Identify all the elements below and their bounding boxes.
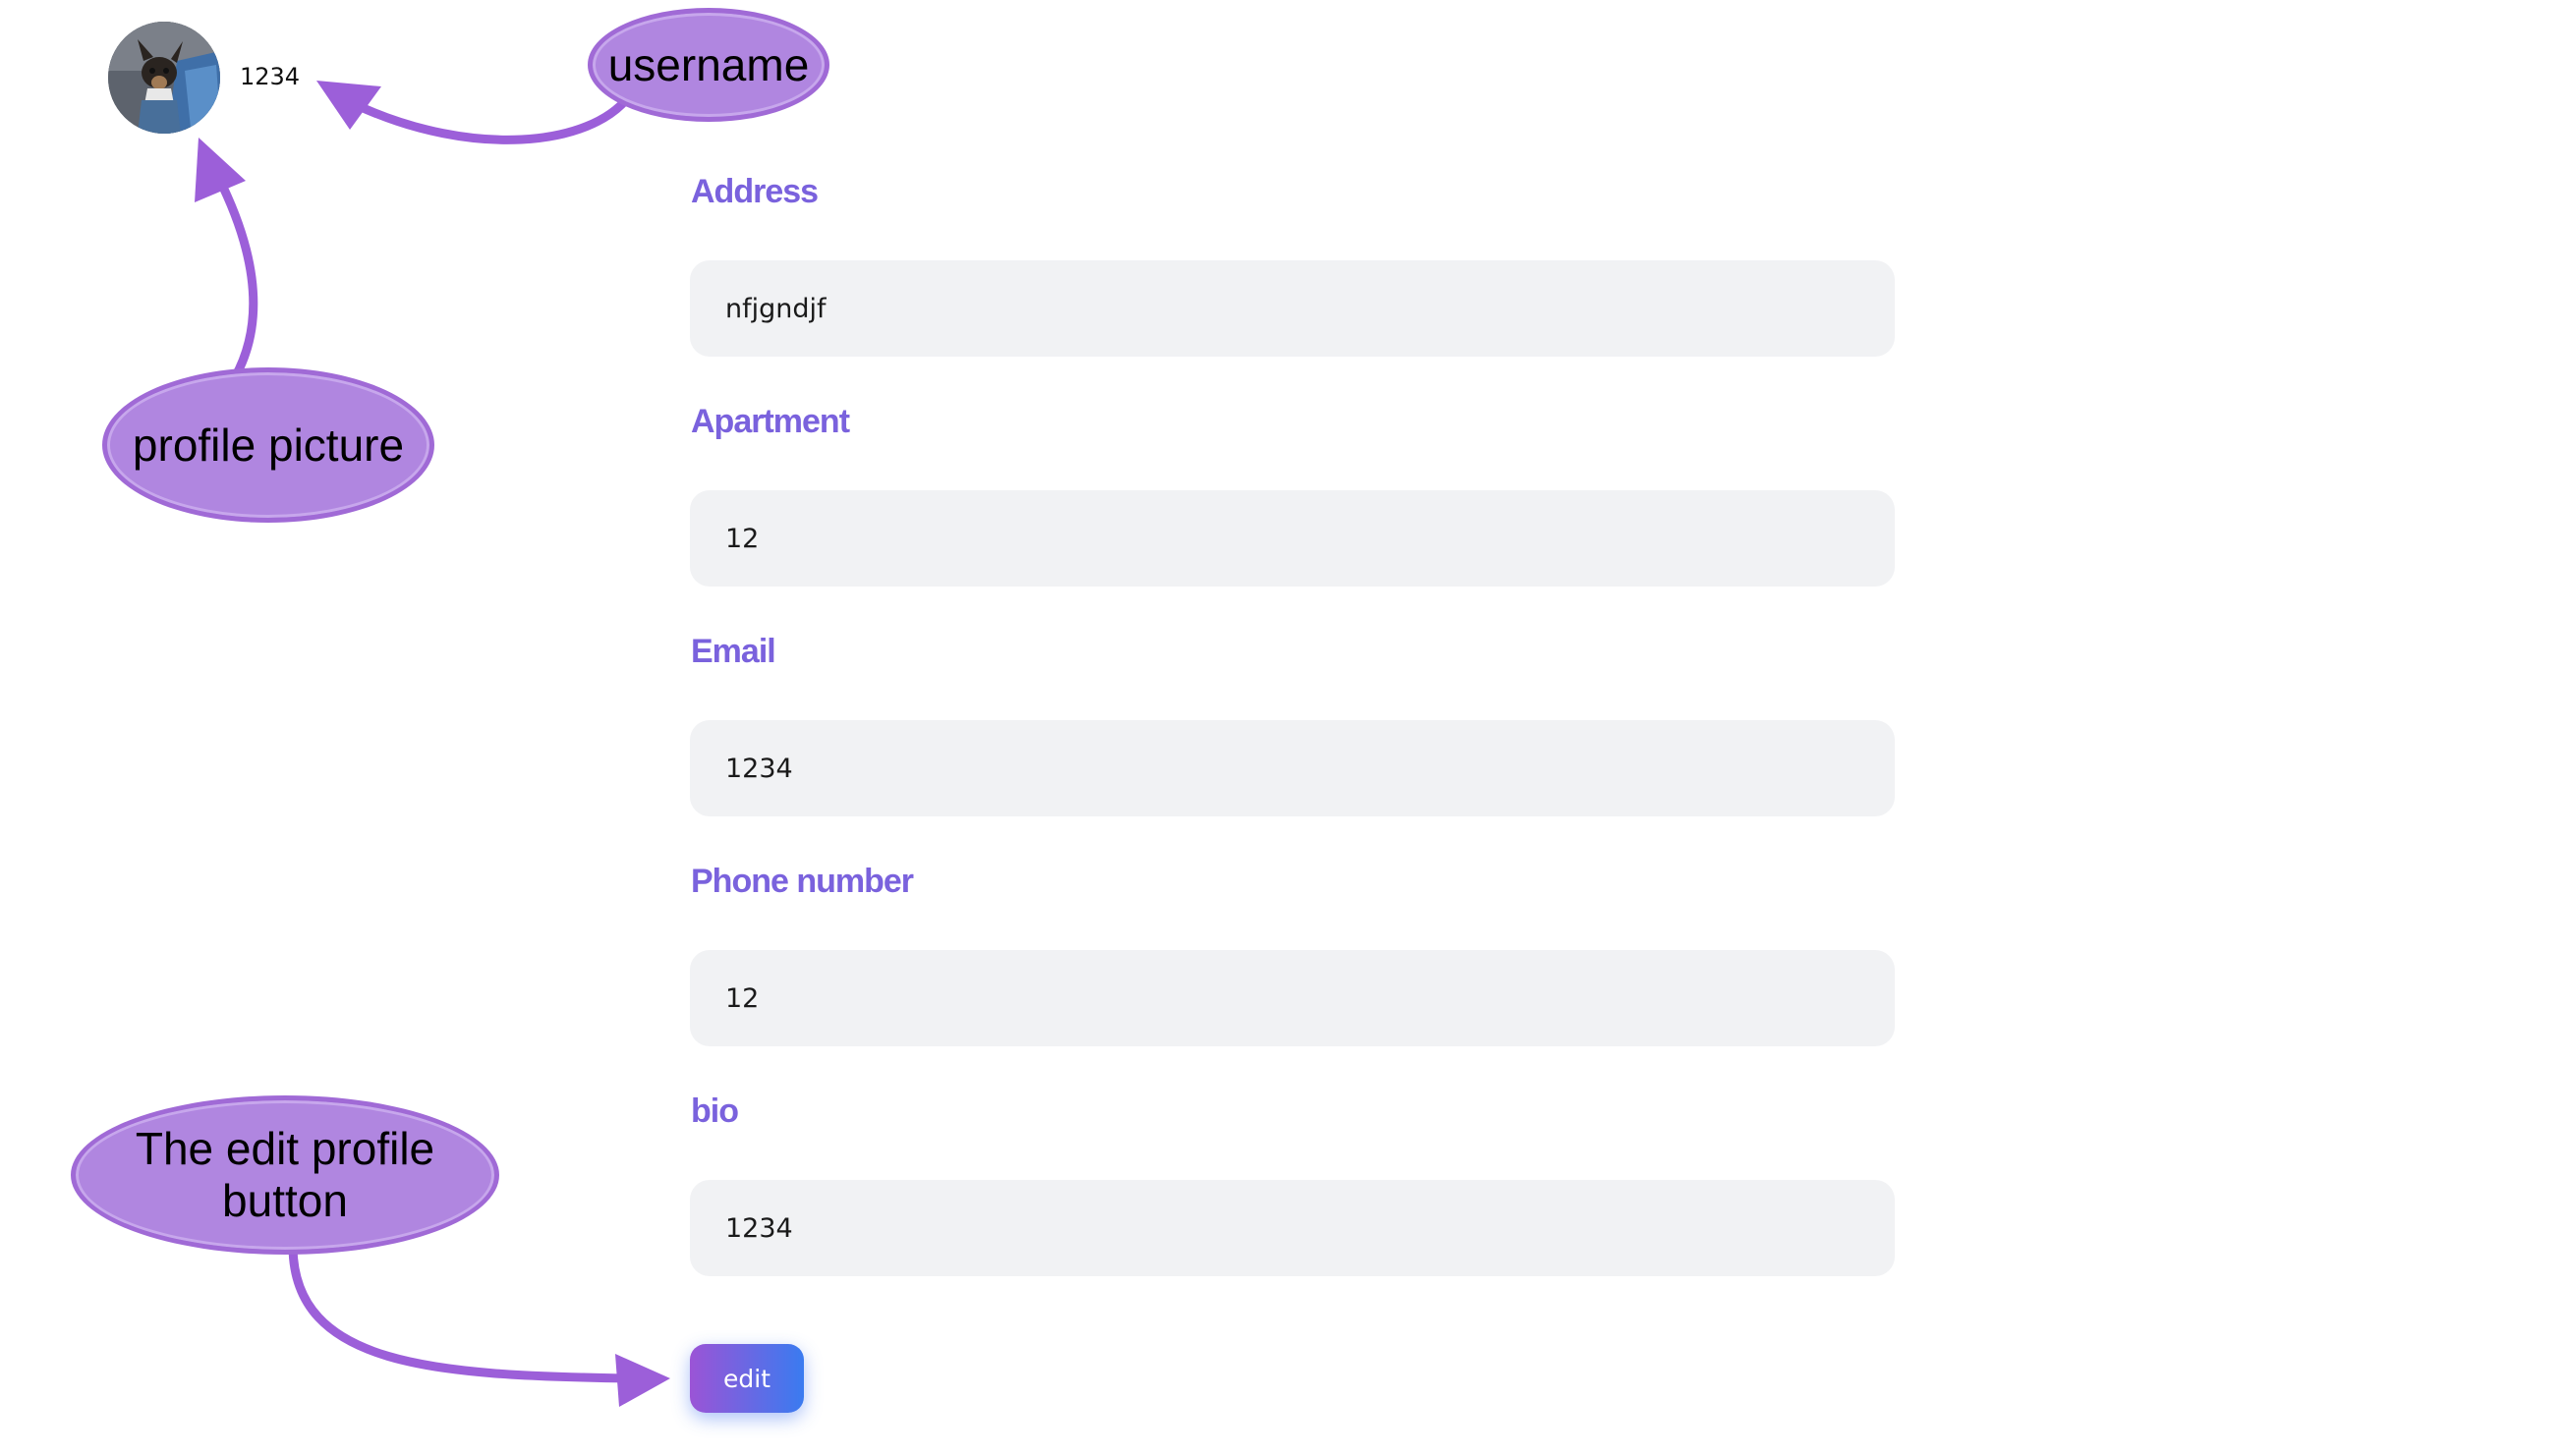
edit-button-arrowhead-icon <box>615 1354 670 1407</box>
username-text: 1234 <box>240 63 301 90</box>
address-field[interactable]: nfjgndjf <box>690 260 1895 357</box>
profile-picture-annotation-text: profile picture <box>132 420 405 471</box>
phone-number-value: 12 <box>725 982 760 1014</box>
profile-page: 1234 Address nfjgndjf Apartment 12 Email… <box>0 0 2566 1456</box>
bio-value: 1234 <box>725 1212 793 1244</box>
apartment-label: Apartment <box>691 403 850 440</box>
bio-label: bio <box>691 1092 739 1130</box>
dog-photo-icon <box>108 22 220 134</box>
phone-number-label: Phone number <box>691 863 914 900</box>
edit-profile-button[interactable]: edit <box>690 1344 804 1413</box>
profile-picture-arrow <box>213 172 258 384</box>
username-arrowhead-icon <box>316 81 381 130</box>
address-label: Address <box>691 173 819 210</box>
apartment-value: 12 <box>725 523 760 554</box>
address-value: nfjgndjf <box>725 293 827 324</box>
email-label: Email <box>691 633 776 670</box>
username-annotation-text: username <box>607 39 810 90</box>
username-annotation: username <box>588 8 829 122</box>
email-field[interactable]: 1234 <box>690 720 1895 816</box>
bio-field[interactable]: 1234 <box>690 1180 1895 1276</box>
apartment-field[interactable]: 12 <box>690 490 1895 587</box>
profile-picture[interactable] <box>108 22 220 134</box>
email-value: 1234 <box>725 753 793 784</box>
username-arrow <box>354 91 634 144</box>
edit-button-annotation: The edit profile button <box>71 1095 499 1255</box>
profile-picture-annotation: profile picture <box>102 367 434 523</box>
phone-number-field[interactable]: 12 <box>690 950 1895 1046</box>
edit-button-annotation-text: The edit profile button <box>135 1123 435 1226</box>
edit-button-arrow <box>288 1243 634 1383</box>
profile-picture-arrowhead-icon <box>195 138 246 202</box>
